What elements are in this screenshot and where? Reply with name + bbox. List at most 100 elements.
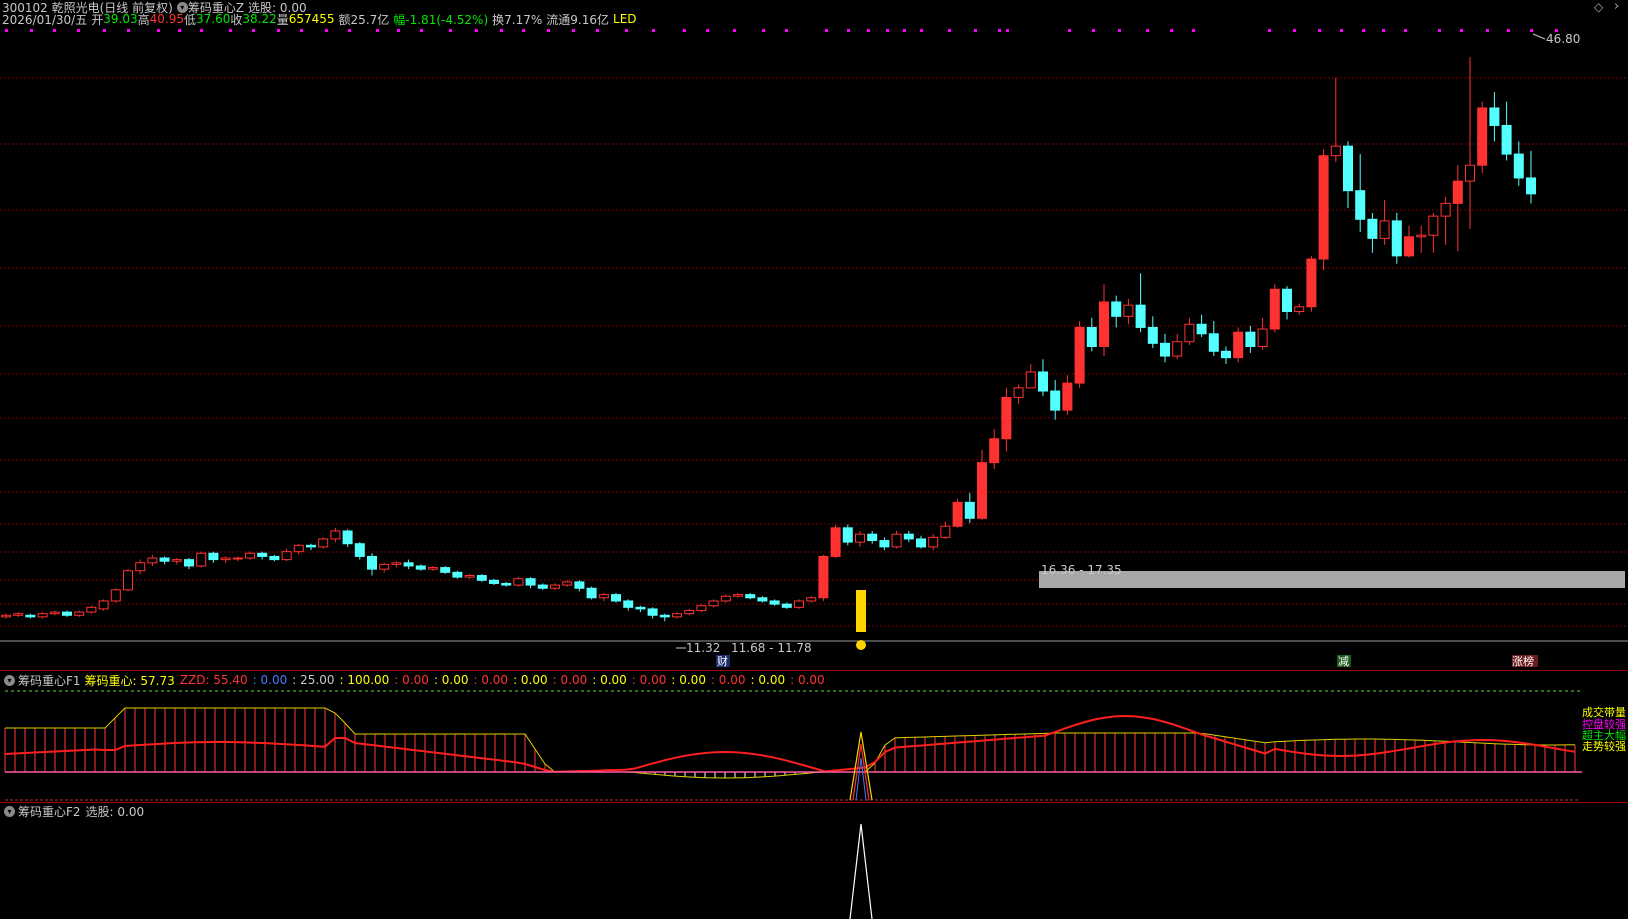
candle-body[interactable] <box>1038 371 1048 392</box>
candle-body[interactable] <box>842 527 853 543</box>
candle-body[interactable] <box>720 595 731 602</box>
candle-body[interactable] <box>245 552 255 559</box>
candle-body[interactable] <box>769 600 780 605</box>
candle-body[interactable] <box>62 611 72 616</box>
candle-body[interactable] <box>293 544 304 553</box>
candle-body[interactable] <box>49 611 60 615</box>
candle-body[interactable] <box>1391 220 1402 257</box>
candle-body[interactable] <box>513 578 524 586</box>
candle-body[interactable] <box>318 538 329 548</box>
candle-body[interactable] <box>1062 382 1073 411</box>
candle-body[interactable] <box>1160 342 1170 357</box>
event-cai[interactable]: 财 <box>717 654 728 668</box>
candle-body[interactable] <box>1221 350 1231 359</box>
candle-body[interactable] <box>647 608 658 616</box>
candle-body[interactable] <box>1086 326 1097 348</box>
candle-body[interactable] <box>940 525 951 538</box>
candle-body[interactable] <box>1135 304 1146 328</box>
candle-body[interactable] <box>367 555 377 570</box>
candle-body[interactable] <box>903 533 914 540</box>
candle-body[interactable] <box>1330 145 1341 157</box>
candle-body[interactable] <box>147 557 158 564</box>
candle-body[interactable] <box>574 581 585 589</box>
candle-body[interactable] <box>818 555 829 599</box>
candle-body[interactable] <box>586 587 597 599</box>
panel-f1-menu-icon[interactable]: ▾ <box>4 674 15 686</box>
candle-body[interactable] <box>1001 396 1012 440</box>
candle-body[interactable] <box>1465 164 1475 182</box>
candle-body[interactable] <box>184 559 194 567</box>
candle-body[interactable] <box>1282 288 1292 313</box>
candle-body[interactable] <box>281 551 292 561</box>
candle-body[interactable] <box>257 552 268 557</box>
candle-body[interactable] <box>1477 107 1488 166</box>
candle-body[interactable] <box>1147 326 1158 344</box>
candle-body[interactable] <box>757 597 768 602</box>
candle-body[interactable] <box>562 581 573 586</box>
candle-body[interactable] <box>794 600 804 608</box>
candle-body[interactable] <box>879 540 890 548</box>
candle-body[interactable] <box>25 614 36 618</box>
candle-body[interactable] <box>1233 331 1244 359</box>
candle-body[interactable] <box>964 501 975 519</box>
candle-body[interactable] <box>1099 301 1109 348</box>
candle-body[interactable] <box>708 600 719 607</box>
candle-body[interactable] <box>1269 288 1280 330</box>
candle-body[interactable] <box>1 614 11 618</box>
diamond-icon[interactable]: ◇ <box>1594 0 1603 14</box>
candle-body[interactable] <box>501 582 512 586</box>
candle-body[interactable] <box>1111 301 1122 317</box>
candle-body[interactable] <box>1184 323 1195 343</box>
candle-body[interactable] <box>98 600 109 610</box>
candle-body[interactable] <box>1025 371 1036 389</box>
candle-body[interactable] <box>135 562 146 572</box>
candle-body[interactable] <box>1294 306 1305 313</box>
candle-body[interactable] <box>1355 190 1366 220</box>
candle-body[interactable] <box>110 589 121 602</box>
candle-body[interactable] <box>440 567 451 573</box>
candle-body[interactable] <box>1257 328 1268 348</box>
candlestick-chart[interactable]: 46.80 11.32 11.68 - 11.78 16.36 - 17.35 … <box>0 28 1628 668</box>
candle-body[interactable] <box>989 438 1000 464</box>
candle-body[interactable] <box>1501 124 1512 155</box>
candle-body[interactable] <box>659 614 670 618</box>
candle-body[interactable] <box>525 578 536 586</box>
candle-body[interactable] <box>330 530 341 540</box>
candle-body[interactable] <box>306 544 316 548</box>
candle-body[interactable] <box>13 613 24 616</box>
candle-body[interactable] <box>830 527 841 557</box>
candle-body[interactable] <box>1050 390 1061 411</box>
sector-tag[interactable]: LED <box>613 12 637 26</box>
panel-f2-menu-icon[interactable]: ▾ <box>4 805 15 817</box>
candle-body[interactable] <box>269 555 280 561</box>
candle-body[interactable] <box>1013 387 1024 398</box>
candle-body[interactable] <box>415 565 426 570</box>
candle-body[interactable] <box>537 584 548 589</box>
candle-body[interactable] <box>379 563 390 570</box>
candle-body[interactable] <box>1404 236 1414 257</box>
candle-body[interactable] <box>476 575 487 581</box>
event-jian[interactable]: 减 <box>1338 655 1349 668</box>
candle-body[interactable] <box>806 597 817 602</box>
panel-f2-name[interactable]: 筹码重心F2 <box>18 803 81 820</box>
candle-body[interactable] <box>611 594 621 602</box>
candle-body[interactable] <box>37 613 48 618</box>
candle-body[interactable] <box>1343 145 1353 192</box>
candle-body[interactable] <box>354 543 365 557</box>
candle-body[interactable] <box>1489 107 1500 126</box>
candle-body[interactable] <box>635 606 646 610</box>
candle-body[interactable] <box>86 606 97 613</box>
candle-body[interactable] <box>1367 218 1378 239</box>
candle-body[interactable] <box>1428 215 1439 236</box>
candle-body[interactable] <box>550 584 560 589</box>
candle-body[interactable] <box>196 552 207 567</box>
candle-body[interactable] <box>684 610 695 615</box>
candle-body[interactable] <box>855 533 865 543</box>
candle-body[interactable] <box>391 562 402 565</box>
candle-body[interactable] <box>977 462 987 519</box>
candle-body[interactable] <box>672 613 682 618</box>
candle-body[interactable] <box>1318 155 1329 260</box>
candle-body[interactable] <box>1196 323 1207 335</box>
candle-body[interactable] <box>598 594 609 599</box>
candle-body[interactable] <box>220 557 231 561</box>
